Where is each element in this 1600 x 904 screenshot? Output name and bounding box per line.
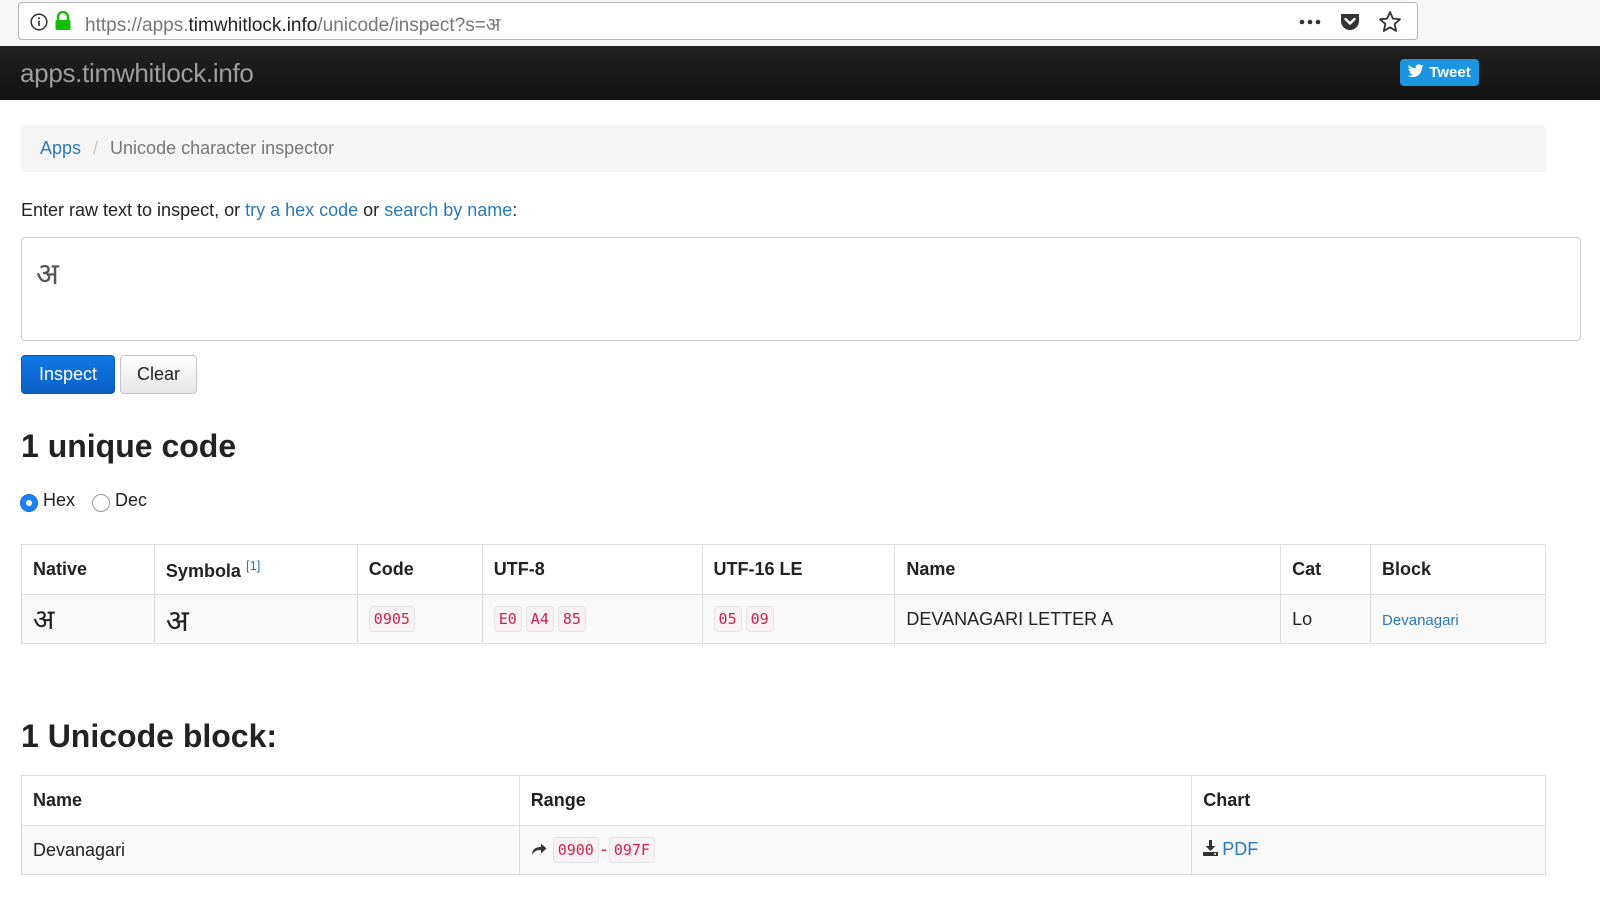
- col-native: Native: [21, 544, 155, 595]
- dec-radio[interactable]: Dec: [92, 488, 147, 512]
- block-link[interactable]: Devanagari: [1382, 612, 1459, 629]
- utf16-byte: 09: [745, 606, 774, 632]
- pocket-icon[interactable]: [1337, 9, 1363, 35]
- utf16-byte: 05: [713, 606, 742, 632]
- tweet-label: Tweet: [1429, 64, 1471, 81]
- breadcrumb-separator: /: [93, 138, 99, 158]
- utf8-byte: 85: [557, 606, 586, 632]
- col-block-name: Name: [21, 775, 520, 826]
- site-title-link[interactable]: apps.timwhitlock.info: [20, 58, 254, 89]
- range-start[interactable]: 0900: [552, 837, 599, 863]
- utf8-byte: E0: [493, 606, 522, 632]
- format-radio-group: Hex Dec: [20, 488, 164, 512]
- col-range: Range: [518, 775, 1193, 826]
- try-hex-code-link[interactable]: try a hex code: [245, 200, 358, 220]
- blocks-table: Name Range Chart Devanagari 0900-097F PD…: [21, 775, 1546, 875]
- col-name: Name: [894, 544, 1282, 595]
- code-cell: 0905: [356, 594, 483, 644]
- intro-text: Enter raw text to inspect, or try a hex …: [21, 200, 517, 221]
- range-share-icon[interactable]: [531, 840, 547, 861]
- code-value: 0905: [368, 606, 415, 632]
- symbola-footnote-link[interactable]: [1]: [246, 558, 260, 573]
- col-symbola: Symbola [1]: [153, 544, 358, 595]
- breadcrumb-current: Unicode character inspector: [110, 138, 335, 158]
- raw-text-input[interactable]: [21, 237, 1581, 341]
- info-icon[interactable]: [30, 13, 48, 31]
- col-cat: Cat: [1280, 544, 1372, 595]
- url-text[interactable]: https://apps.timwhitlock.info/unicode/in…: [85, 11, 500, 37]
- utf8-byte: A4: [525, 606, 554, 632]
- table-row: Devanagari 0900-097F PDF: [21, 825, 1546, 875]
- bookmark-star-icon[interactable]: [1377, 9, 1403, 35]
- table-row: अ अ 0905 E0 A4 85 05 09 DEVANAGARI LETTER A…: [21, 594, 1546, 644]
- col-block: Block: [1370, 544, 1546, 595]
- chart-cell: PDF: [1191, 825, 1546, 875]
- native-glyph: अ: [21, 594, 155, 644]
- more-icon[interactable]: [1297, 9, 1323, 35]
- pdf-chart-link[interactable]: PDF: [1222, 839, 1258, 859]
- site-navbar: apps.timwhitlock.info Tweet: [0, 46, 1600, 100]
- unique-code-heading: 1 unique code: [21, 428, 237, 464]
- range-cell: 0900-097F: [518, 825, 1193, 875]
- utf16-cell: 05 09: [701, 594, 896, 644]
- address-bar[interactable]: https://apps.timwhitlock.info/unicode/in…: [18, 2, 1418, 40]
- breadcrumb: Apps / Unicode character inspector: [21, 125, 1546, 172]
- hex-radio-label: Hex: [43, 489, 76, 510]
- range-end[interactable]: 097F: [608, 837, 655, 863]
- intro-text-before: Enter raw text to inspect, or: [21, 200, 246, 220]
- block-cell: Devanagari: [1370, 594, 1546, 644]
- col-symbola-label: Symbola: [165, 560, 241, 581]
- hex-radio[interactable]: Hex: [20, 488, 75, 512]
- intro-text-after: :: [512, 200, 518, 220]
- breadcrumb-apps-link[interactable]: Apps: [40, 138, 81, 159]
- browser-toolbar: https://apps.timwhitlock.info/unicode/in…: [0, 0, 1600, 46]
- range-separator: -: [600, 839, 607, 859]
- col-utf16: UTF-16 LE: [701, 544, 896, 595]
- codes-header-row: Native Symbola [1] Code UTF-8 UTF-16 LE …: [21, 544, 1546, 595]
- blocks-header-row: Name Range Chart: [21, 775, 1546, 826]
- twitter-bird-icon: [1408, 63, 1425, 82]
- hex-radio-button[interactable]: [20, 494, 38, 512]
- clear-button[interactable]: Clear: [120, 355, 197, 394]
- block-name: Devanagari: [21, 825, 520, 875]
- search-by-name-link[interactable]: search by name: [384, 200, 512, 220]
- tweet-button[interactable]: Tweet: [1400, 59, 1479, 86]
- dec-radio-label: Dec: [115, 489, 148, 510]
- intro-text-mid: or: [358, 200, 385, 220]
- download-icon[interactable]: [1203, 840, 1219, 861]
- char-category: Lo: [1280, 594, 1372, 644]
- col-code: Code: [356, 544, 483, 595]
- unicode-block-heading: 1 Unicode block:: [21, 718, 278, 754]
- dec-radio-button[interactable]: [92, 494, 111, 512]
- inspect-button[interactable]: Inspect: [21, 355, 115, 394]
- codes-table: Native Symbola [1] Code UTF-8 UTF-16 LE …: [21, 544, 1546, 644]
- col-utf8: UTF-8: [481, 544, 703, 595]
- lock-icon[interactable]: [54, 10, 72, 31]
- col-chart: Chart: [1191, 775, 1546, 826]
- symbola-glyph: अ: [153, 594, 358, 644]
- char-name: DEVANAGARI LETTER A: [894, 594, 1282, 644]
- utf8-cell: E0 A4 85: [481, 594, 703, 644]
